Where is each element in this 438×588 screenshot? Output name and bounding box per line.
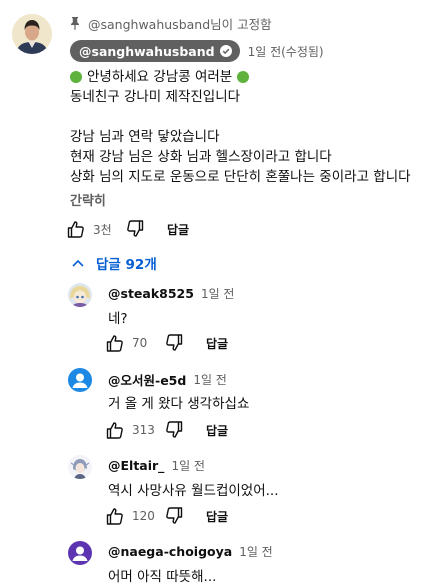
reply-author-name[interactable]: @naega-choigoya [108, 544, 232, 559]
comment-author-avatar[interactable] [12, 14, 52, 54]
like-count: 313 [132, 423, 155, 437]
reply-author-avatar[interactable] [68, 283, 92, 307]
pinned-label-text: @sanghwahusband님이 고정함 [88, 16, 272, 32]
chevron-up-icon [72, 259, 84, 267]
comment-time[interactable]: 1일 전(수정됨) [248, 43, 324, 60]
replies-toggle[interactable]: 답글 92개 [72, 253, 157, 273]
reply-text: 네? [108, 311, 128, 327]
comment-line-text: 안녕하세요 강남콩 여러분 [87, 69, 233, 85]
like-count: 3천 [93, 222, 112, 237]
reply-actions: 313 답글 [105, 420, 228, 440]
dislike-icon[interactable] [164, 506, 184, 526]
like-icon[interactable] [105, 420, 125, 440]
reply-button[interactable]: 답글 [167, 221, 189, 238]
reply-header: @naega-choigoya 1일 전 [108, 543, 273, 560]
dislike-icon[interactable] [125, 219, 145, 239]
reply-button[interactable]: 답글 [206, 422, 228, 439]
avatar-portrait [12, 14, 52, 54]
reply-author-avatar[interactable] [68, 455, 92, 479]
green-circle-emoji [237, 71, 250, 83]
comment-actions: 3천 답글 [66, 219, 189, 239]
green-circle-emoji [70, 71, 82, 83]
character-avatar [68, 455, 92, 479]
comment-body: 안녕하세요 강남콩 여러분 동네친구 강나미 제작진입니다 강남 님과 연락 닿… [70, 67, 432, 187]
comment-line-3: 강남 님과 연락 닿았습니다 [70, 129, 220, 145]
reply-author-avatar[interactable] [68, 368, 92, 392]
person-icon [72, 373, 88, 388]
comment-line-5: 상화 님의 지도로 운동으로 단단히 혼쭐나는 중이라고 합니다 [70, 169, 411, 185]
comment-line-4: 현재 강남 님은 상화 님과 헬스장이라고 합니다 [70, 149, 332, 165]
pinned-label: @sanghwahusband님이 고정함 [70, 14, 272, 32]
reply-author-avatar[interactable] [68, 541, 92, 565]
like-count: 70 [132, 336, 148, 350]
pin-icon [71, 17, 79, 30]
reply-text: 어머 아직 따뜻해... [108, 569, 217, 585]
reply-actions: 120 답글 [105, 506, 228, 526]
reply-time[interactable]: 1일 전 [239, 543, 273, 560]
dislike-icon[interactable] [164, 333, 184, 353]
reply-header: @Eltair_ 1일 전 [108, 457, 205, 474]
comment-blank-line [70, 107, 432, 127]
reply-author-name[interactable]: @Eltair_ [108, 458, 164, 473]
like-icon[interactable] [105, 506, 125, 526]
reply-button[interactable]: 답글 [206, 508, 228, 525]
reply-header: @오서원-e5d 1일 전 [108, 370, 227, 389]
show-less-button[interactable]: 간략히 [70, 190, 106, 209]
reply-text: 거 올 게 왔다 생각하십쇼 [108, 396, 250, 412]
reply-author-name[interactable]: @steak8525 [108, 286, 194, 301]
like-count: 120 [132, 509, 155, 523]
comment-line-2: 동네친구 강나미 제작진입니다 [70, 89, 241, 105]
reply-button[interactable]: 답글 [206, 335, 228, 352]
anime-avatar [68, 283, 92, 307]
reply-item: @naega-choigoya 1일 전 어머 아직 따뜻해... [68, 541, 428, 587]
reply-time[interactable]: 1일 전 [193, 371, 227, 388]
reply-actions: 70 답글 [105, 333, 228, 353]
reply-header: @steak8525 1일 전 [108, 285, 234, 302]
comment-line-1: 안녕하세요 강남콩 여러분 [70, 67, 432, 87]
dislike-icon[interactable] [164, 420, 184, 440]
like-icon[interactable] [105, 333, 125, 353]
reply-author-name[interactable]: @오서원-e5d [108, 370, 186, 389]
reply-text: 역시 사망사유 월드컵이었어... [108, 483, 279, 499]
reply-time[interactable]: 1일 전 [201, 285, 235, 302]
reply-time[interactable]: 1일 전 [171, 457, 205, 474]
like-icon[interactable] [66, 219, 86, 239]
author-name: @sanghwahusband [79, 43, 215, 59]
person-icon [72, 546, 88, 561]
verified-icon [219, 45, 232, 57]
author-chip[interactable]: @sanghwahusband [70, 40, 240, 62]
comment-header: @sanghwahusband 1일 전(수정됨) [70, 40, 324, 62]
replies-count-label: 답글 92개 [96, 257, 157, 273]
